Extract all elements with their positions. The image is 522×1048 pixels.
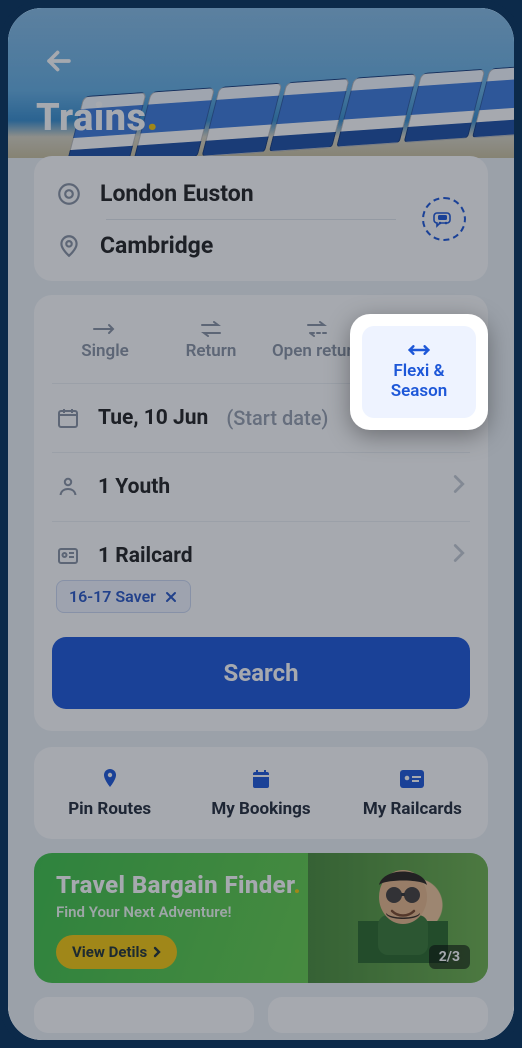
arrow-right-icon (91, 321, 119, 337)
banner-cta[interactable]: View Detils (56, 935, 177, 969)
placeholder-card (34, 997, 254, 1033)
arrows-h-icon (405, 342, 433, 358)
tab-return-label: Return (186, 341, 237, 361)
tab-flexi-season[interactable]: Flexi & Season (362, 326, 476, 418)
placeholder-card (268, 997, 488, 1033)
shortcut-railcards-label: My Railcards (363, 799, 462, 819)
tab-open-return-label: Open return (272, 341, 362, 361)
railcard-value: 1 Railcard (98, 544, 193, 568)
arrows-open-icon (303, 321, 331, 337)
destination-label: Cambridge (100, 232, 213, 259)
railcard-chip[interactable]: 16-17 Saver (56, 580, 191, 613)
passengers-row[interactable]: 1 Youth (52, 452, 470, 521)
railcard-row[interactable]: 1 Railcard (52, 521, 470, 580)
brand-dot-icon: . (147, 93, 159, 140)
arrow-left-icon (42, 44, 76, 78)
stations-card: London Euston Cambridge (34, 156, 488, 281)
banner-subtitle: Find Your Next Adventure! (56, 903, 466, 921)
tab-single[interactable]: Single (52, 309, 158, 373)
calendar-icon (56, 406, 80, 430)
main-content: London Euston Cambridge Single (8, 156, 514, 1048)
bookings-icon (249, 767, 273, 791)
railcard-chip-label: 16-17 Saver (69, 587, 156, 606)
back-button[interactable] (42, 44, 76, 78)
passengers-value: 1 Youth (98, 475, 170, 499)
train-swap-icon (432, 207, 456, 231)
below-fold-placeholders (34, 997, 488, 1033)
swap-stations-button[interactable] (422, 197, 466, 241)
destination-row[interactable]: Cambridge (56, 220, 466, 263)
tab-flexi-highlight: Flexi & Season (350, 314, 488, 430)
search-button[interactable]: Search (52, 637, 470, 709)
destination-pin-icon (56, 233, 82, 259)
card-icon (399, 769, 425, 789)
date-hint: (Start date) (226, 406, 328, 430)
close-icon (164, 590, 178, 604)
shortcut-pin-routes[interactable]: Pin Routes (34, 747, 185, 839)
tab-single-label: Single (81, 341, 129, 361)
promo-banner[interactable]: Travel Bargain Finder. Find Your Next Ad… (34, 853, 488, 983)
banner-dot-icon: . (294, 871, 302, 899)
pin-icon (98, 767, 122, 791)
hero: Trains. (8, 8, 514, 158)
railcard-icon (56, 544, 80, 568)
page-title: Trains. (36, 93, 159, 140)
shortcut-bookings[interactable]: My Bookings (185, 747, 336, 839)
shortcuts-card: Pin Routes My Bookings My Railcards (34, 747, 488, 839)
shortcut-pin-label: Pin Routes (68, 799, 151, 819)
device-frame: Trains. London Euston Cambridge (0, 0, 522, 1048)
origin-target-icon (56, 181, 82, 207)
arrows-lr-icon (197, 321, 225, 337)
shortcuts-row: Pin Routes My Bookings My Railcards (34, 747, 488, 839)
origin-row[interactable]: London Euston (56, 174, 466, 219)
tab-return[interactable]: Return (158, 309, 264, 373)
date-value: Tue, 10 Jun (98, 406, 208, 430)
shortcut-bookings-label: My Bookings (211, 799, 310, 819)
shortcut-railcards[interactable]: My Railcards (337, 747, 488, 839)
search-button-label: Search (223, 659, 298, 687)
banner-cta-label: View Detils (72, 943, 147, 961)
chevron-right-icon (153, 946, 161, 958)
origin-label: London Euston (100, 180, 254, 207)
chevron-right-icon (452, 474, 466, 500)
person-icon (56, 475, 80, 499)
page-title-text: Trains (36, 96, 147, 140)
chevron-right-icon (452, 543, 466, 569)
banner-page-indicator: 2/3 (429, 945, 470, 969)
tab-flexi-label: Flexi & Season (366, 362, 472, 401)
